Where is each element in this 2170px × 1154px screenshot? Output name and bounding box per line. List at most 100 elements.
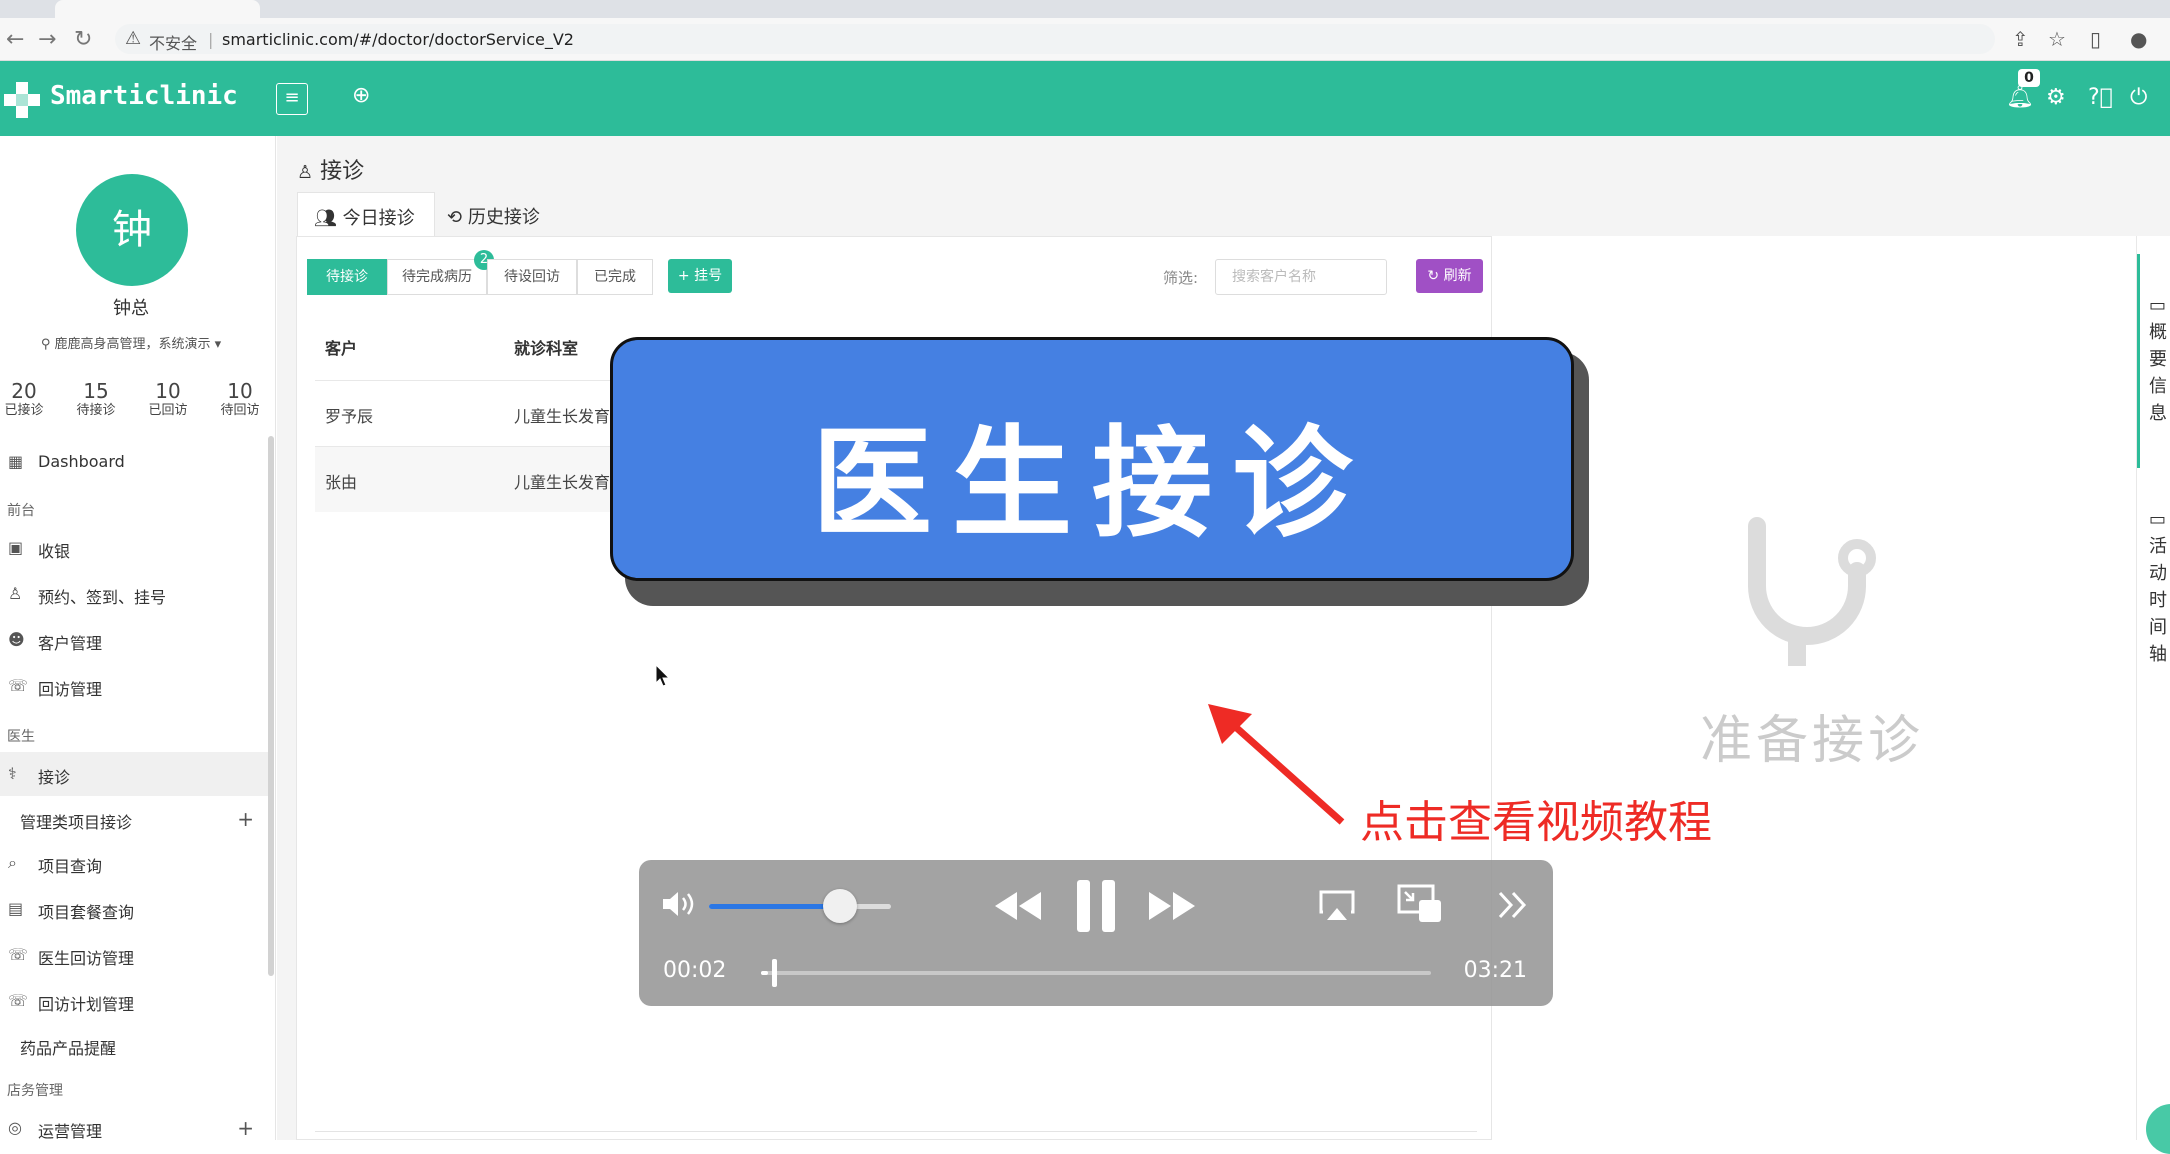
sidebar-item-package-query[interactable]: ▤ 项目套餐查询 — [0, 887, 268, 931]
history-icon: ⟲ — [447, 207, 463, 228]
forward-icon[interactable]: → — [38, 27, 56, 52]
stat-label: 待回访 — [220, 403, 260, 418]
stat-pending-followup[interactable]: 10 待回访 — [210, 380, 270, 420]
filter-label: 筛选: — [1163, 269, 1199, 287]
cell-dept: 儿童生长发育 — [514, 473, 611, 492]
airplay-icon[interactable] — [1319, 890, 1355, 922]
refresh-button[interactable]: ↻ 刷新 — [1416, 259, 1483, 293]
filter-waiting-button[interactable]: 待接诊 — [307, 259, 387, 295]
detail-side-tabs: ▭ 概要信息 ▭ 活动时间轴 — [2136, 236, 2170, 1140]
org-selector[interactable]: ⚲ 鹿鹿高身高管理，系统演示 ▾ — [0, 333, 262, 352]
filter-done-button[interactable]: 已完成 — [577, 259, 653, 295]
sidepanel-icon[interactable]: ▯ — [2090, 27, 2101, 51]
stat-label: 已接诊 — [4, 403, 44, 418]
sidebar-item-label: 项目套餐查询 — [38, 903, 135, 922]
picture-in-picture-icon[interactable] — [1397, 884, 1443, 924]
sidebar-item-operations[interactable]: ◎ 运营管理 + — [0, 1106, 268, 1150]
column-header-dept: 就诊科室 — [514, 339, 579, 358]
stethoscope-icon — [1748, 517, 1876, 666]
browser-tab-active[interactable] — [55, 0, 260, 18]
sidebar-item-label: Dashboard — [38, 452, 125, 471]
volume-slider[interactable] — [709, 889, 891, 923]
sidebar-scrollbar[interactable] — [268, 436, 274, 976]
cash-icon: ▣ — [8, 538, 24, 557]
expand-plus-icon[interactable]: + — [237, 1116, 254, 1140]
stethoscope-icon: ⚕ — [8, 764, 17, 783]
pause-icon[interactable] — [1075, 878, 1117, 934]
avatar[interactable]: 钟 — [76, 174, 188, 286]
sidebar-item-project-query[interactable]: ⌕ 项目查询 — [0, 841, 268, 885]
sidebar-item-cashier[interactable]: ▣ 收银 — [0, 526, 268, 570]
rewind-icon[interactable] — [993, 890, 1043, 922]
sidebar-item-label: 回访管理 — [38, 680, 103, 699]
power-icon[interactable]: ⏻ — [2130, 85, 2147, 110]
sidebar-item-drug-reminder[interactable]: 药品产品提醒 — [0, 1023, 268, 1067]
stat-followed-up[interactable]: 10 已回访 — [138, 380, 198, 420]
sidebar-item-followup[interactable]: ☏ 回访管理 — [0, 664, 268, 708]
help-icon[interactable]: ?⃝ — [2088, 85, 2113, 110]
stat-value: 10 — [227, 379, 253, 403]
bookmark-star-icon[interactable]: ☆ — [2048, 27, 2066, 51]
browser-toolbar: ← → ↻ ⚠ 不安全 | smarticlinic.com/#/doctor/… — [0, 18, 2170, 61]
sidebar-item-appointment[interactable]: ♙ 预约、签到、挂号 — [0, 572, 268, 616]
logo-icon — [4, 82, 40, 118]
share-icon[interactable]: ⇪ — [2012, 27, 2029, 51]
search-icon: ⌕ — [8, 853, 17, 872]
menu-toggle-button[interactable]: ≡ — [276, 83, 308, 115]
phone-icon: ☏ — [8, 991, 29, 1010]
sidebar-item-label: 收银 — [38, 542, 71, 561]
stat-value: 20 — [11, 379, 37, 403]
filter-pending-record-button[interactable]: 待完成病历 2 — [387, 250, 494, 295]
timeline-icon: ▭ — [2149, 509, 2167, 530]
volume-fill — [709, 904, 841, 909]
side-tab-overview[interactable]: ▭ 概要信息 — [2149, 292, 2169, 427]
stat-consulted[interactable]: 20 已接诊 — [0, 380, 54, 420]
compass-icon[interactable]: ⊕ — [352, 83, 370, 108]
sidebar-item-doctor-followup[interactable]: ☏ 医生回访管理 — [0, 933, 268, 977]
customer-search-input[interactable] — [1215, 259, 1387, 295]
cell-dept: 儿童生长发育 — [514, 407, 611, 426]
tab-label: 今日接诊 — [342, 208, 415, 229]
filter-pending-followup-button[interactable]: 待设回访 — [487, 259, 577, 295]
dashboard-icon: ▦ — [8, 452, 24, 471]
gear-icon[interactable]: ⚙ — [2046, 85, 2066, 110]
stat-waiting[interactable]: 15 待接诊 — [66, 380, 126, 420]
tab-history[interactable]: ⟲ 历史接诊 — [447, 192, 567, 236]
sidebar-item-mgmt-project-consult[interactable]: 管理类项目接诊 + — [0, 797, 268, 841]
brand-name: Smarticlinic — [50, 81, 238, 111]
address-bar[interactable]: ⚠ 不安全 | smarticlinic.com/#/doctor/doctor… — [115, 24, 1995, 54]
appointment-icon: ♙ — [8, 584, 23, 603]
reload-icon[interactable]: ↻ — [74, 27, 92, 52]
fast-forward-icon[interactable] — [1147, 890, 1197, 922]
sidebar-group-front: 前台 — [7, 503, 35, 519]
total-time: 03:21 — [1463, 958, 1527, 983]
current-time: 00:02 — [663, 958, 727, 983]
banner-title: 医生接诊 — [812, 415, 1372, 554]
profile-icon[interactable]: ● — [2130, 27, 2147, 51]
sidebar-group-doctor: 医生 — [7, 729, 35, 745]
tab-label: 历史接诊 — [467, 207, 540, 228]
sidebar-item-consult[interactable]: ⚕ 接诊 — [0, 752, 268, 796]
url-text[interactable]: smarticlinic.com/#/doctor/doctorService_… — [222, 30, 574, 49]
expand-plus-icon[interactable]: + — [237, 807, 254, 831]
register-button[interactable]: + 挂号 — [668, 259, 732, 293]
back-icon[interactable]: ← — [6, 27, 24, 52]
title-banner: 医生接诊 — [610, 337, 1574, 581]
phone-icon: ☏ — [8, 676, 29, 695]
tab-today[interactable]: 👥︎ 今日接诊 — [297, 192, 435, 236]
sidebar-item-followup-plan[interactable]: ☏ 回访计划管理 — [0, 979, 268, 1023]
volume-icon[interactable] — [661, 888, 701, 920]
seek-bar[interactable] — [761, 959, 1431, 987]
sidebar-item-customers[interactable]: ☻ 客户管理 — [0, 618, 268, 662]
sidebar-item-label: 药品产品提醒 — [20, 1039, 117, 1058]
side-tab-timeline[interactable]: ▭ 活动时间轴 — [2149, 506, 2169, 668]
column-header-customer: 客户 — [325, 339, 358, 358]
user-gear-icon: ☻ — [8, 630, 25, 649]
phone-icon: ☏ — [8, 945, 29, 964]
seek-knob[interactable] — [771, 959, 777, 987]
volume-knob[interactable] — [823, 889, 858, 923]
browser-tab[interactable] — [262, 0, 467, 18]
bell-icon[interactable]: 🔔︎ — [2006, 85, 2034, 110]
sidebar-item-dashboard[interactable]: ▦ Dashboard — [0, 440, 268, 484]
more-chevrons-icon[interactable] — [1497, 890, 1529, 920]
